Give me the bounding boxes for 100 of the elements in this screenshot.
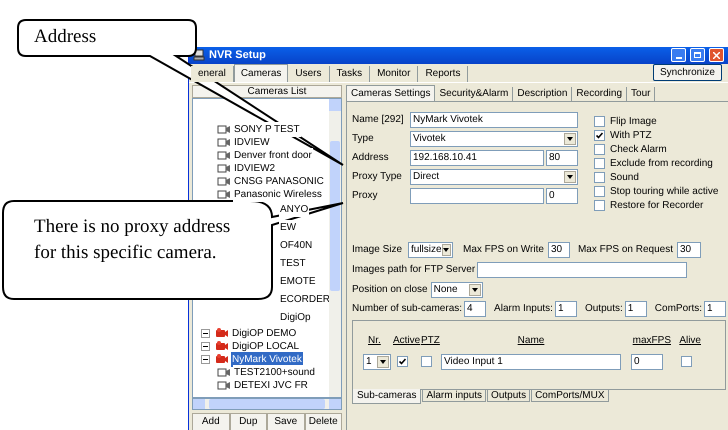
column-header: Alive <box>678 334 701 348</box>
camera-icon <box>217 162 231 174</box>
list-button[interactable]: Dup <box>230 412 267 430</box>
tab[interactable]: Sub-cameras <box>352 388 422 404</box>
computer-icon <box>193 49 205 62</box>
checkbox-label: Exclude from recording <box>610 156 713 170</box>
dropdown[interactable]: fullsize <box>408 242 453 258</box>
maximize-button[interactable] <box>690 48 705 62</box>
column-header: PTZ <box>421 334 441 348</box>
camera-icon <box>217 366 231 378</box>
checkbox-label: With PTZ <box>610 128 652 142</box>
field-label: Position on close <box>352 283 428 297</box>
tree-item[interactable]: DigiOp <box>279 310 312 325</box>
camera-icon <box>217 124 231 134</box>
camera-icon <box>215 328 229 338</box>
tab[interactable]: Alarm inputs <box>422 388 486 402</box>
camera-icon <box>217 176 231 186</box>
text-field[interactable]: 1 <box>554 300 577 316</box>
checkbox[interactable] <box>594 130 605 140</box>
checkbox-label: Flip Image <box>610 114 657 128</box>
synchronize-button[interactable]: Synchronize <box>652 64 722 80</box>
camera-icon <box>217 150 231 160</box>
list-button[interactable]: Add <box>192 412 230 430</box>
text-field[interactable]: 192.168.10.41 <box>410 150 544 166</box>
field-label: Proxy <box>352 189 379 203</box>
expand-icon[interactable] <box>201 354 210 364</box>
camera-icon <box>215 354 229 364</box>
checkbox[interactable] <box>594 158 605 168</box>
camera-icon <box>217 380 231 390</box>
checkbox-label: Restore for Recorder <box>610 198 704 212</box>
checkbox[interactable] <box>594 186 605 196</box>
checkbox[interactable] <box>594 116 605 126</box>
tab[interactable]: Tasks <box>330 66 370 82</box>
check-icon <box>596 132 603 138</box>
list-button[interactable]: Delete <box>304 412 342 430</box>
field-label: Max FPS on Request <box>578 243 673 257</box>
tab[interactable]: Recording <box>572 86 628 100</box>
port-field[interactable]: 0 <box>546 188 578 204</box>
tab[interactable]: Outputs <box>487 388 530 402</box>
text-field[interactable]: 30 <box>677 242 701 258</box>
checkbox[interactable] <box>397 356 408 367</box>
tab[interactable]: Security&Alarm <box>435 86 514 100</box>
text-field[interactable]: Video Input 1 <box>441 354 621 370</box>
text-field[interactable]: 0 <box>631 354 663 370</box>
camera-icon <box>215 340 229 352</box>
field-label: Name [292] <box>352 113 405 127</box>
checkbox[interactable] <box>594 172 605 182</box>
list-button[interactable]: Save <box>267 412 304 430</box>
field-label: Type <box>352 132 375 146</box>
tab[interactable]: eneral <box>191 66 234 82</box>
tree-item[interactable]: DigiOP DEMO <box>231 326 298 340</box>
text-field[interactable]: 30 <box>548 242 570 258</box>
text-field[interactable]: NyMark Vivotek <box>410 112 578 128</box>
tree-item[interactable]: SONY P TEST <box>233 122 301 136</box>
field-label: Images path for FTP Server <box>352 263 476 277</box>
camera-icon <box>217 136 231 148</box>
expand-icon[interactable] <box>201 342 210 350</box>
dropdown[interactable]: None <box>430 282 483 298</box>
text-field[interactable]: 4 <box>464 300 486 316</box>
field-label: Proxy Type <box>352 170 403 184</box>
tree-item[interactable]: ANYO <box>279 202 310 217</box>
tab[interactable]: Tour <box>627 86 656 100</box>
text-field[interactable]: 1 <box>704 300 726 316</box>
scrollbar[interactable] <box>329 98 341 396</box>
expand-icon[interactable] <box>201 328 210 338</box>
callout-text: There is no proxy address for this specific camera. <box>34 215 232 265</box>
check-icon <box>399 358 406 365</box>
close-icon <box>713 52 720 59</box>
field-label: Number of sub-cameras: <box>352 302 462 316</box>
checkbox[interactable] <box>681 356 692 367</box>
port-field[interactable]: 80 <box>546 150 578 166</box>
minimize-button[interactable] <box>671 48 686 62</box>
dropdown[interactable]: Direct <box>410 168 578 184</box>
checkbox-label: Check Alarm <box>610 142 667 156</box>
tab[interactable]: Cameras <box>234 64 288 82</box>
tab[interactable]: ComPorts/MUX <box>531 388 609 402</box>
dropdown[interactable]: 1 <box>363 354 391 370</box>
checkbox-label: Stop touring while active <box>610 184 718 198</box>
text-field[interactable] <box>410 188 544 204</box>
callout-text: Address <box>34 26 96 48</box>
dropdown[interactable]: Vivotek <box>410 130 578 146</box>
checkbox-label: Sound <box>610 170 639 184</box>
field-label: Max FPS on Write <box>463 243 544 257</box>
field-label: Image Size <box>352 243 404 257</box>
tab[interactable]: Description <box>513 86 572 100</box>
close-button[interactable] <box>709 48 724 62</box>
tree-item[interactable]: Panasonic Wireless <box>233 186 323 202</box>
checkbox[interactable] <box>421 356 432 367</box>
column-header: Nr. <box>367 334 382 348</box>
text-field[interactable] <box>477 262 687 278</box>
column-header: maxFPS <box>632 334 671 348</box>
text-field[interactable]: 1 <box>624 300 647 316</box>
tab[interactable]: Cameras Settings <box>346 84 436 100</box>
window-title: NVR Setup <box>209 48 267 63</box>
field-label: Address <box>352 151 390 165</box>
field-label: Outputs: <box>584 302 623 316</box>
checkbox[interactable] <box>594 144 605 154</box>
field-label: Alarm Inputs: <box>494 302 553 316</box>
horizontal-scrollbar[interactable] <box>192 398 342 410</box>
checkbox[interactable] <box>594 200 605 210</box>
